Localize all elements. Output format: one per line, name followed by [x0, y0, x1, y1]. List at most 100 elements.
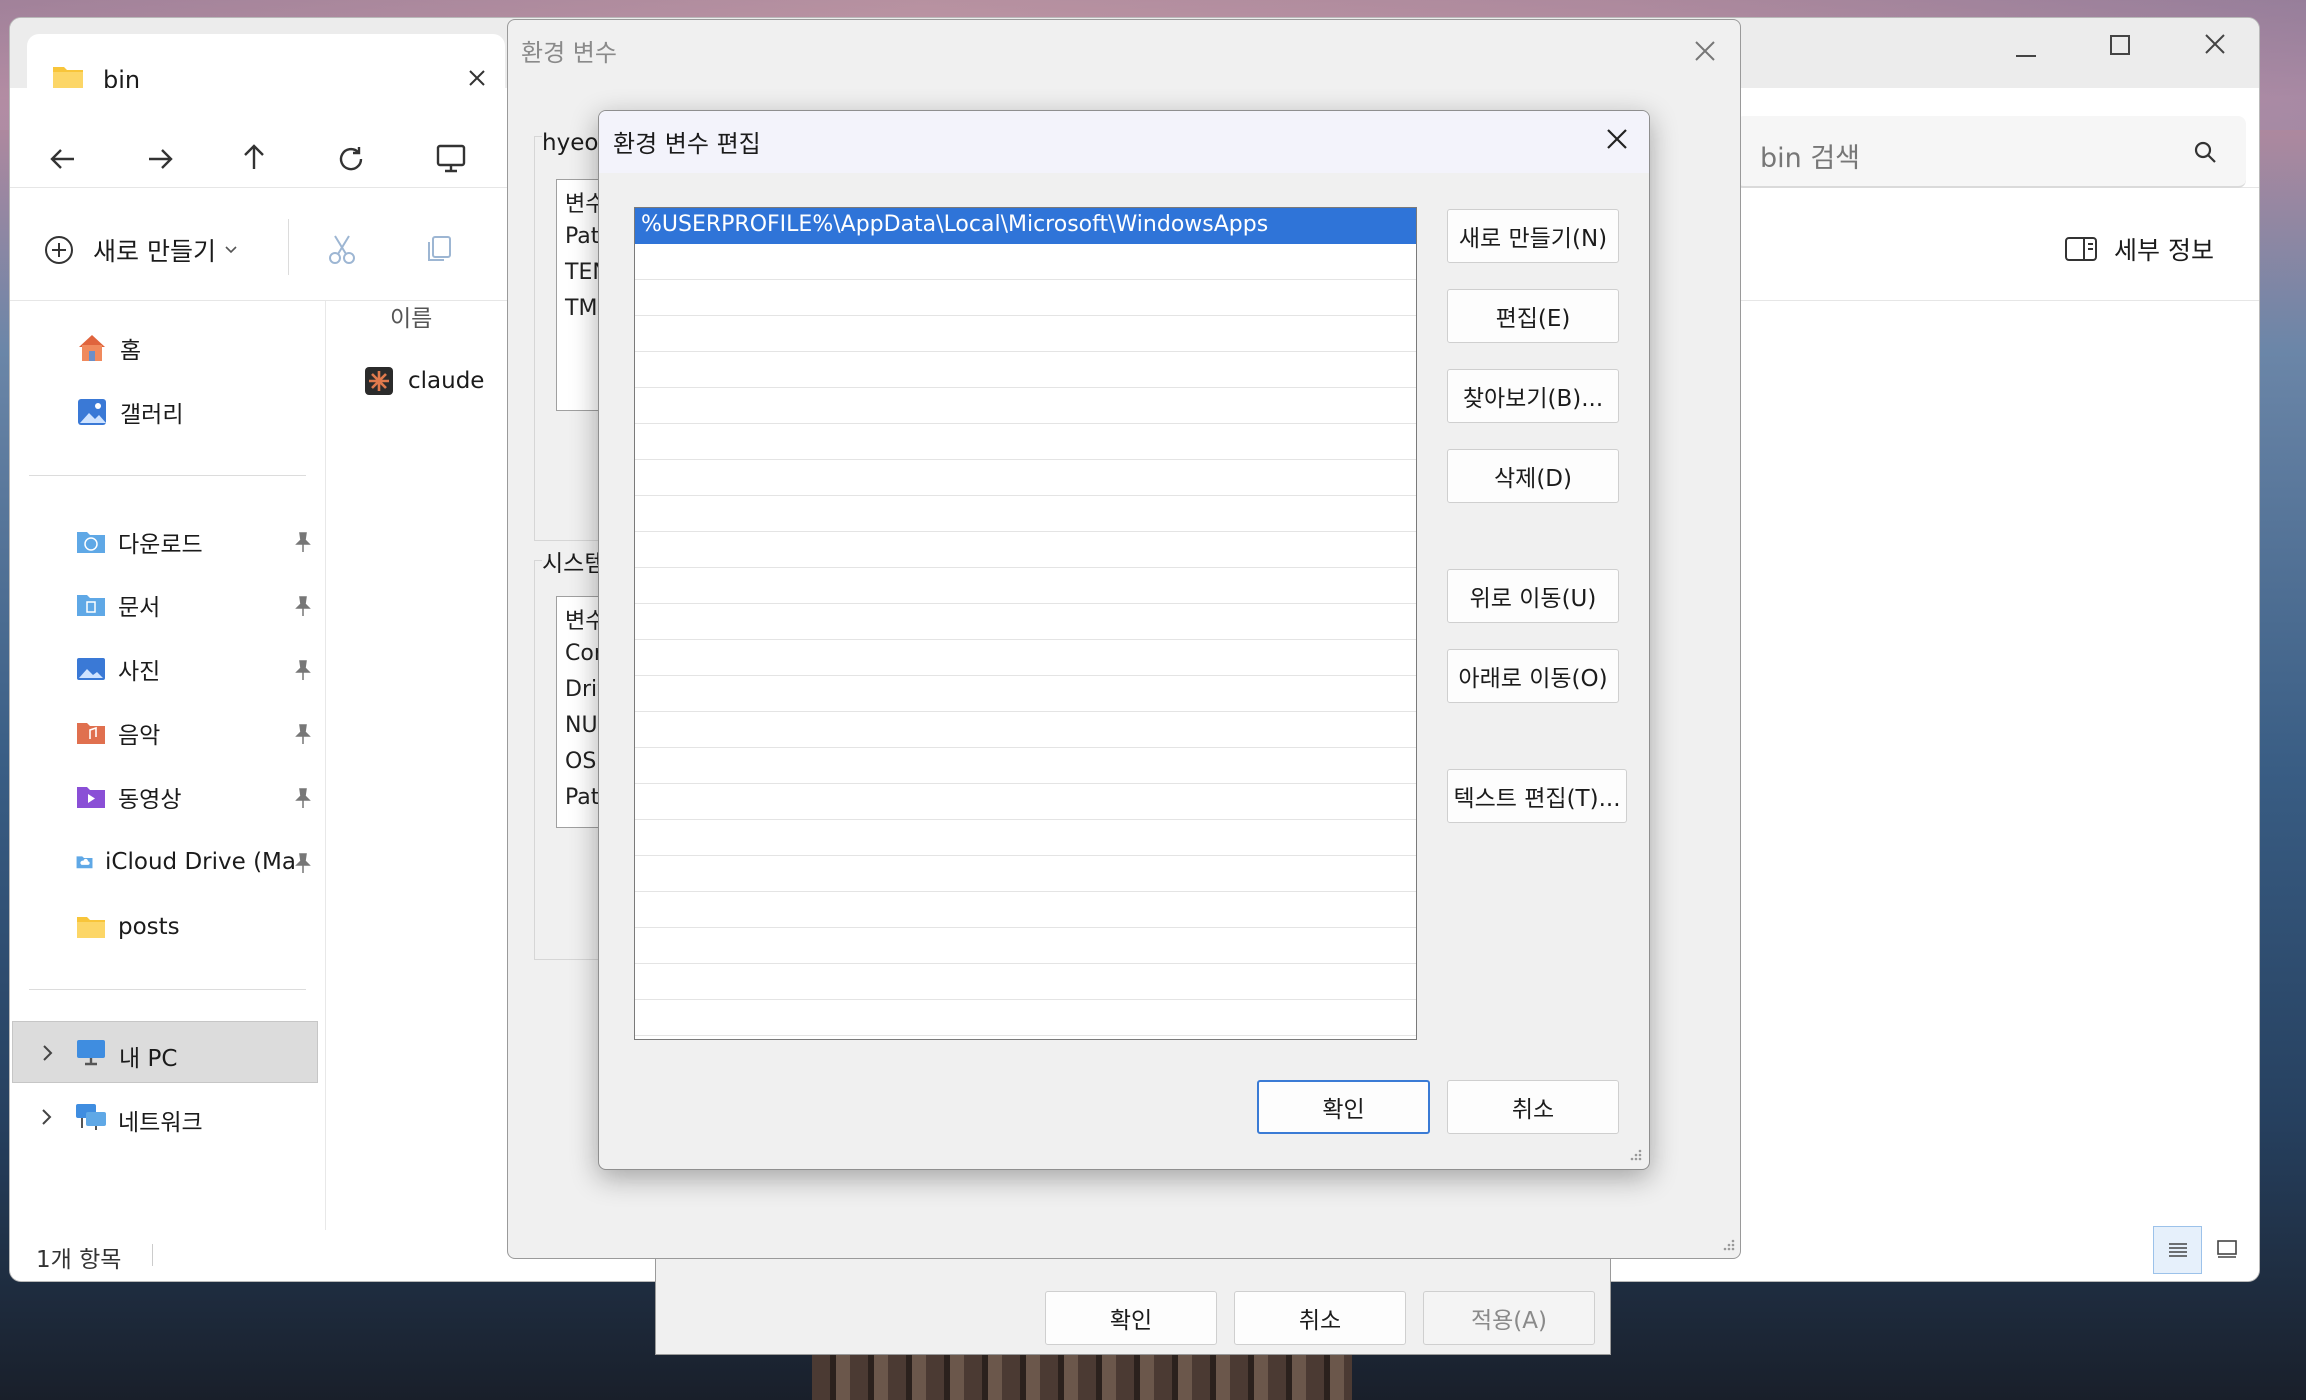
sidebar-item-network[interactable]: 네트워크	[12, 1086, 318, 1148]
network-icon	[76, 1104, 106, 1130]
navigation-pane: 홈 갤러리 다운로드 문서 사진 음악 동영상 iCloud Drive (Ma…	[10, 301, 326, 1231]
path-list-empty-row	[635, 316, 1416, 352]
sidebar-item-posts[interactable]: posts	[76, 905, 180, 949]
pin-icon[interactable]	[293, 852, 313, 874]
sidebar-label: 네트워크	[118, 1110, 203, 1136]
gallery-icon	[78, 399, 106, 425]
sidebar-label: 다운로드	[118, 532, 203, 558]
sidebar-label: 내 PC	[119, 1046, 178, 1072]
path-list-empty-row	[635, 352, 1416, 388]
details-view-button[interactable]	[2153, 1226, 2202, 1274]
sidebar-item-home[interactable]: 홈	[76, 326, 141, 370]
list-item[interactable]: NU	[565, 713, 598, 738]
sidebar-item-music[interactable]: 음악	[76, 711, 160, 755]
close-window-icon[interactable]	[2204, 33, 2226, 55]
sidebar-item-videos[interactable]: 동영상	[76, 775, 181, 819]
list-item[interactable]: OS	[565, 749, 596, 774]
search-box[interactable]: bin 검색	[1736, 116, 2246, 188]
sidebar-label: 동영상	[118, 787, 182, 813]
path-list[interactable]: %USERPROFILE%\AppData\Local\Microsoft\Wi…	[634, 207, 1417, 1040]
path-list-empty-row	[635, 640, 1416, 676]
chevron-right-icon[interactable]	[41, 1044, 55, 1062]
list-item[interactable]: Pat	[565, 785, 599, 810]
path-list-empty-row	[635, 460, 1416, 496]
sidebar-label: 음악	[118, 723, 161, 749]
pictures-icon	[77, 658, 105, 680]
edit-button[interactable]: 편집(E)	[1447, 289, 1619, 343]
edit-text-button[interactable]: 텍스트 편집(T)...	[1447, 769, 1627, 823]
sidebar-item-documents[interactable]: 문서	[76, 583, 160, 627]
pin-icon[interactable]	[293, 723, 313, 745]
this-pc-icon[interactable]	[435, 144, 467, 174]
new-button[interactable]: 새로 만들기(N)	[1447, 209, 1619, 263]
minimize-icon[interactable]	[2014, 44, 2038, 68]
ok-button[interactable]: 확인	[1045, 1291, 1217, 1345]
close-tab-icon[interactable]	[468, 69, 486, 87]
pin-icon[interactable]	[293, 531, 313, 553]
up-icon[interactable]	[239, 143, 269, 173]
add-icon	[45, 236, 73, 264]
tiles-view-icon[interactable]	[2216, 1239, 2238, 1259]
back-icon[interactable]	[48, 144, 78, 174]
browse-button[interactable]: 찾아보기(B)...	[1447, 369, 1619, 423]
cancel-button[interactable]: 취소	[1447, 1080, 1619, 1134]
path-list-empty-row	[635, 712, 1416, 748]
sidebar-label: 갤러리	[120, 402, 184, 428]
column-header-name[interactable]: 이름	[390, 299, 432, 333]
ok-button[interactable]: 확인	[1257, 1080, 1430, 1134]
cut-icon[interactable]	[327, 234, 357, 266]
path-list-empty-row	[635, 424, 1416, 460]
sidebar-label: iCloud Drive (Ma	[105, 849, 296, 875]
close-icon[interactable]	[1694, 40, 1716, 62]
path-list-empty-row	[635, 244, 1416, 280]
delete-button[interactable]: 삭제(D)	[1447, 449, 1619, 503]
pin-icon[interactable]	[293, 787, 313, 809]
move-up-button[interactable]: 위로 이동(U)	[1447, 569, 1619, 623]
cancel-button[interactable]: 취소	[1234, 1291, 1406, 1345]
list-item[interactable]: Pat	[565, 224, 599, 249]
sidebar-item-pictures[interactable]: 사진	[76, 647, 160, 691]
status-separator	[152, 1244, 153, 1266]
sidebar-label: 홈	[120, 338, 142, 364]
forward-icon[interactable]	[145, 144, 175, 174]
close-icon[interactable]	[1605, 127, 1629, 151]
details-view-icon	[2168, 1243, 2187, 1257]
path-list-empty-row	[635, 388, 1416, 424]
apply-button[interactable]: 적용(A)	[1423, 1291, 1595, 1345]
new-label: 새로 만들기	[93, 237, 216, 266]
move-down-button[interactable]: 아래로 이동(O)	[1447, 649, 1619, 703]
new-button[interactable]: 새로 만들기	[43, 230, 238, 270]
copy-icon[interactable]	[424, 234, 454, 264]
sidebar-label: posts	[118, 914, 180, 940]
refresh-icon[interactable]	[336, 144, 366, 174]
path-list-empty-row	[635, 496, 1416, 532]
sidebar-item-icloud[interactable]: iCloud Drive (Ma	[76, 840, 296, 884]
path-list-empty-row	[635, 748, 1416, 784]
maximize-icon[interactable]	[2109, 34, 2131, 56]
chevron-down-icon	[225, 246, 237, 254]
path-list-empty-row	[635, 964, 1416, 1000]
computer-icon	[77, 1040, 105, 1066]
search-icon	[2194, 141, 2216, 163]
details-button[interactable]: 세부 정보	[2064, 229, 2214, 269]
pin-icon[interactable]	[293, 595, 313, 617]
sidebar-item-downloads[interactable]: 다운로드	[76, 520, 203, 564]
sidebar-separator	[29, 475, 306, 476]
resize-grip-icon[interactable]	[1627, 1148, 1643, 1164]
documents-folder-icon	[77, 595, 105, 616]
path-list-empty-row	[635, 820, 1416, 856]
resize-grip-icon[interactable]	[1720, 1238, 1736, 1254]
path-list-empty-row	[635, 532, 1416, 568]
downloads-folder-icon	[77, 532, 105, 553]
path-list-item[interactable]: %USERPROFILE%\AppData\Local\Microsoft\Wi…	[635, 208, 1416, 244]
file-item-claude[interactable]: claude	[365, 361, 484, 401]
folder-icon	[77, 917, 105, 938]
sidebar-item-this-pc[interactable]: 내 PC	[12, 1021, 318, 1083]
path-list-empty-row	[635, 892, 1416, 928]
pin-icon[interactable]	[293, 659, 313, 681]
chevron-right-icon[interactable]	[40, 1108, 54, 1126]
path-list-empty-row	[635, 1000, 1416, 1036]
search-placeholder: bin 검색	[1760, 143, 1861, 174]
file-name: claude	[408, 368, 485, 394]
sidebar-item-gallery[interactable]: 갤러리	[76, 390, 183, 434]
